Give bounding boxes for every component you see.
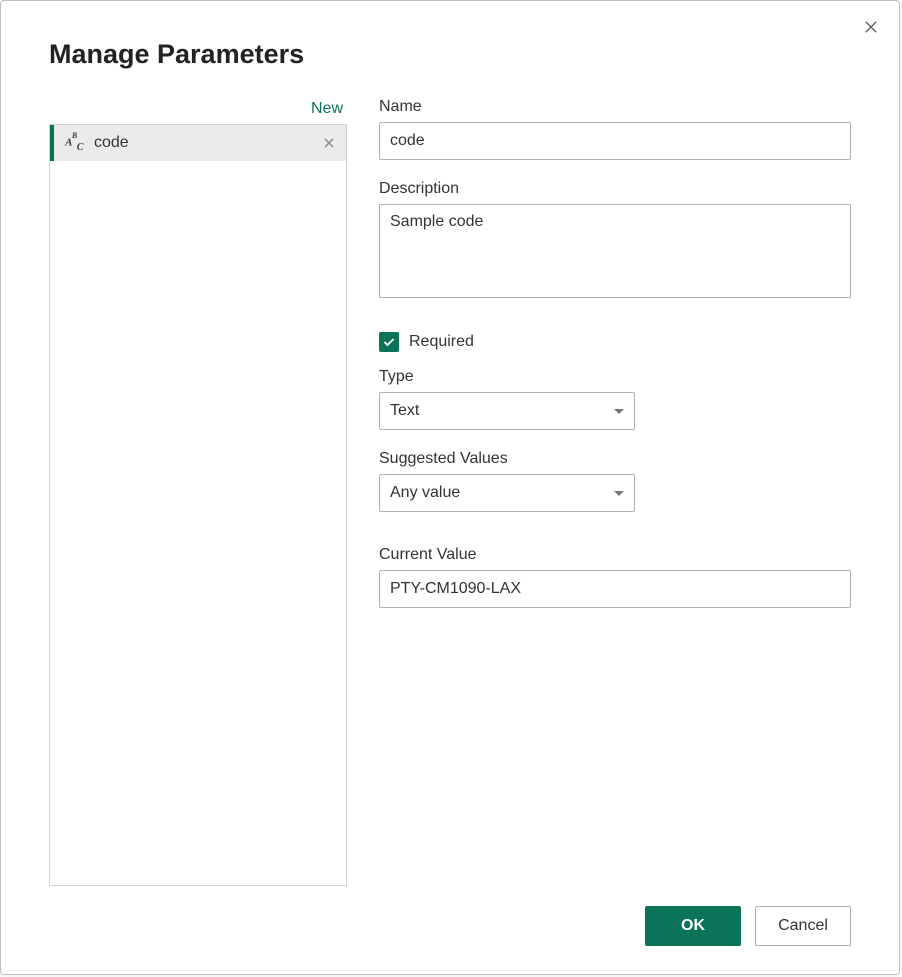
name-input[interactable] [379,122,851,160]
required-checkbox-label: Required [409,333,474,351]
required-checkbox[interactable]: Required [379,332,851,352]
checkbox-checked-icon [379,332,399,352]
description-input[interactable]: Sample code [379,204,851,298]
suggested-values-dropdown[interactable]: Any value [379,474,635,512]
text-type-icon: ABC [64,134,84,152]
new-parameter-link[interactable]: New [307,98,347,120]
cancel-button[interactable]: Cancel [755,906,851,946]
suggested-values-dropdown-value: Any value [390,484,460,502]
manage-parameters-dialog: Manage Parameters New ABC code Name Desc… [0,0,900,975]
chevron-down-icon [614,491,624,496]
dialog-title: Manage Parameters [49,39,851,70]
close-icon [862,18,880,36]
dialog-footer: OK Cancel [49,906,851,946]
type-dropdown-value: Text [390,402,419,420]
parameter-name-label: code [94,134,320,152]
current-value-field-label: Current Value [379,546,851,564]
type-field-label: Type [379,368,851,386]
parameter-list-item[interactable]: ABC code [50,125,346,161]
delete-icon [322,136,336,150]
parameter-list-pane: New ABC code [49,98,347,886]
description-field-label: Description [379,180,851,198]
close-button[interactable] [859,15,883,39]
type-dropdown[interactable]: Text [379,392,635,430]
parameter-list: ABC code [49,124,347,886]
delete-parameter-button[interactable] [320,134,338,152]
current-value-input[interactable] [379,570,851,608]
name-field-label: Name [379,98,851,116]
chevron-down-icon [614,409,624,414]
parameter-details-pane: Name Description Sample code Required Ty… [379,98,851,886]
ok-button[interactable]: OK [645,906,741,946]
suggested-values-field-label: Suggested Values [379,450,851,468]
